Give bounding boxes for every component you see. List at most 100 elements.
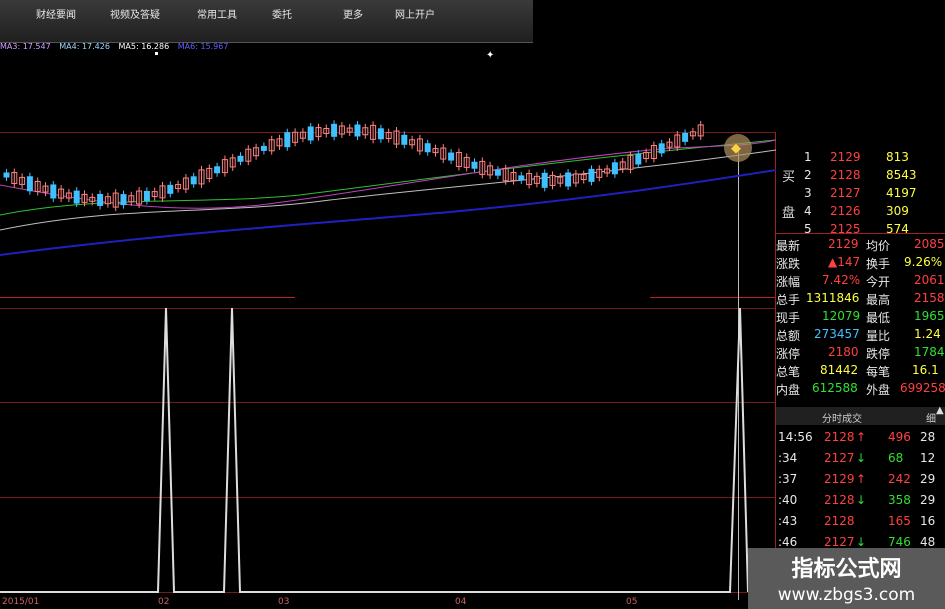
- trade-price: 2127: [824, 451, 855, 465]
- trade-n: 12: [920, 451, 936, 465]
- quote-value: 9.26%: [904, 255, 943, 269]
- quote-value: 81442: [820, 363, 859, 377]
- trade-row: :34 2127 ↓ 68 12: [776, 448, 945, 469]
- quote-value: 2180: [828, 345, 859, 359]
- volume: 309: [886, 204, 909, 218]
- trade-row: 14:56 2128 ↑ 496 28: [776, 427, 945, 448]
- candlestick-chart: [0, 120, 776, 256]
- trade-row: :43 2128 165 16: [776, 511, 945, 532]
- trade-time: :40: [778, 493, 798, 507]
- trade-time: :46: [778, 535, 798, 549]
- quote-row: 总手 1311846 最高 2158: [776, 289, 945, 307]
- trade-n: 29: [920, 472, 936, 486]
- price: 2126: [830, 204, 861, 218]
- tab-detail[interactable]: 细: [926, 410, 936, 425]
- quote-label: 每笔: [866, 365, 891, 379]
- quote-label: 今开: [866, 275, 891, 289]
- trade-vol: 746: [888, 535, 911, 549]
- quote-label: 总笔: [776, 365, 801, 379]
- order-book-row: 3 2127 4197: [776, 184, 945, 202]
- scroll-up-icon[interactable]: ▲: [936, 405, 944, 416]
- trade-vol: 68: [888, 451, 904, 465]
- quote-value: 7.42%: [822, 273, 861, 287]
- trade-vol: 165: [888, 514, 911, 528]
- trade-time: 14:56: [778, 430, 813, 444]
- trade-vol: 358: [888, 493, 911, 507]
- quote-label: 现手: [776, 311, 801, 325]
- quote-value: 16.1: [912, 363, 939, 377]
- trade-price: 2128: [824, 514, 855, 528]
- level: 4: [804, 204, 812, 218]
- quote-label: 内盘: [776, 383, 801, 397]
- level: 2: [804, 168, 812, 182]
- quote-row: 内盘 612588 外盘 699258: [776, 379, 945, 397]
- quote-label: 量比: [866, 329, 891, 343]
- quote-row: 最新 2129 均价 2085: [776, 235, 945, 253]
- quote-label: 外盘: [866, 383, 891, 397]
- trade-time: :37: [778, 472, 798, 486]
- quote-row: 涨停 2180 跌停 1784: [776, 343, 945, 361]
- trade-n: 28: [920, 430, 936, 444]
- trade-n: 29: [920, 493, 936, 507]
- quote-label: 最低: [866, 311, 891, 325]
- date-label: 02: [158, 597, 170, 607]
- trade-vol: 242: [888, 472, 911, 486]
- quote-row: 涨跌 ▲147 换手 9.26%: [776, 253, 945, 271]
- order-book-row: 1 2129 813: [776, 148, 945, 166]
- quote-value: 2129: [828, 237, 859, 251]
- trade-dir: ↑: [856, 472, 867, 486]
- indicator-chart: [0, 307, 749, 593]
- trade-dir: ↓: [856, 451, 867, 465]
- price: 2127: [830, 186, 861, 200]
- quote-value: 612588: [812, 381, 858, 395]
- quote-label: 换手: [866, 257, 891, 271]
- quote-value: 1784: [914, 345, 945, 359]
- quote-value: 1.24: [914, 327, 941, 341]
- price: 2129: [830, 150, 861, 164]
- order-book-row: 2 2128 8543: [776, 166, 945, 184]
- quote-row: 涨幅 7.42% 今开 2061: [776, 271, 945, 289]
- watermark-url: www.zbgs3.com: [777, 585, 916, 605]
- trade-row: :37 2129 ↑ 242 29: [776, 469, 945, 490]
- quote-value: 1965: [914, 309, 945, 323]
- volume: 813: [886, 150, 909, 164]
- quote-row: 现手 12079 最低 1965: [776, 307, 945, 325]
- quote-label: 涨停: [776, 347, 801, 361]
- quote-value: 2085: [914, 237, 945, 251]
- quote-label: 均价: [866, 239, 891, 253]
- trade-time: :43: [778, 514, 798, 528]
- quote-label: 总手: [776, 293, 801, 307]
- trade-dir: ↓: [856, 493, 867, 507]
- date-label: 03: [278, 597, 290, 607]
- trade-price: 2127: [824, 535, 855, 549]
- trades-title[interactable]: 分时成交: [822, 410, 862, 425]
- quote-value: 2061: [914, 273, 945, 287]
- quote-label: 最高: [866, 293, 891, 307]
- quote-label: 跌停: [866, 347, 891, 361]
- trade-row: :40 2128 ↓ 358 29: [776, 490, 945, 511]
- watermark-badge: 指标公式网 www.zbgs3.com: [748, 548, 945, 609]
- quote-value: 1311846: [806, 291, 860, 305]
- watermark-title: 指标公式网: [791, 557, 902, 582]
- quote-value: 12079: [822, 309, 861, 323]
- date-label: 2015/01: [2, 597, 40, 607]
- trade-n: 48: [920, 535, 936, 549]
- quote-value: 2158: [914, 291, 945, 305]
- order-book-row: 4 2126 309: [776, 202, 945, 220]
- volume: 8543: [886, 168, 917, 182]
- quote-label: 涨跌: [776, 257, 801, 271]
- quote-value: ▲147: [828, 255, 861, 269]
- volume: 4197: [886, 186, 917, 200]
- quote-row: 总笔 81442 每笔 16.1: [776, 361, 945, 379]
- quote-label: 总额: [776, 329, 801, 343]
- trade-n: 16: [920, 514, 936, 528]
- price: 2128: [830, 168, 861, 182]
- date-label: 05: [626, 597, 638, 607]
- level: 3: [804, 186, 812, 200]
- trade-price: 2129: [824, 472, 855, 486]
- quote-value: 699258: [900, 381, 945, 395]
- ma-line-blue: [0, 169, 776, 256]
- quote-row: 总额 273457 量比 1.24: [776, 325, 945, 343]
- trades-header: 分时成交 细 ▲: [776, 405, 945, 425]
- quote-value: 273457: [814, 327, 860, 341]
